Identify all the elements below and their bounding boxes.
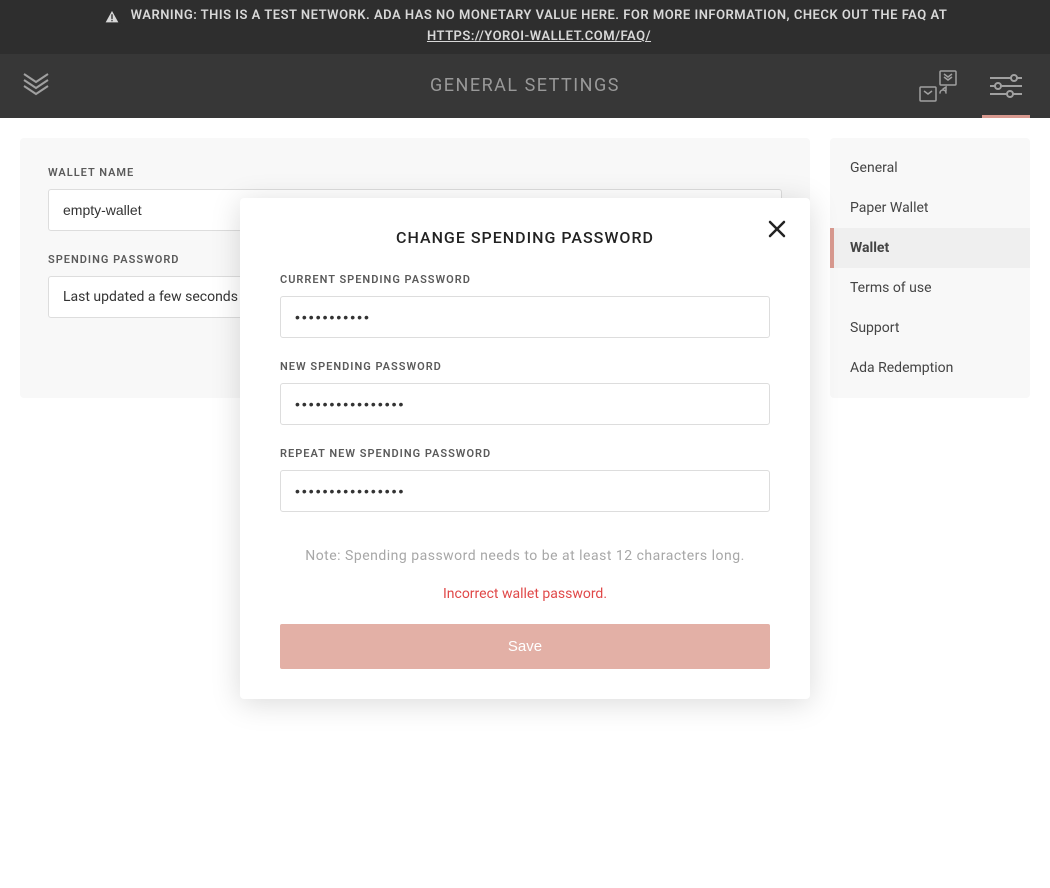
password-note: Note: Spending password needs to be at l… xyxy=(280,548,770,564)
repeat-password-input[interactable] xyxy=(280,470,770,512)
new-password-input[interactable] xyxy=(280,383,770,425)
current-password-label: CURRENT SPENDING PASSWORD xyxy=(280,273,770,286)
close-icon[interactable] xyxy=(768,220,786,242)
save-button[interactable]: Save xyxy=(280,624,770,669)
modal-overlay: CHANGE SPENDING PASSWORD CURRENT SPENDIN… xyxy=(0,0,1050,888)
error-message: Incorrect wallet password. xyxy=(280,586,770,602)
change-password-modal: CHANGE SPENDING PASSWORD CURRENT SPENDIN… xyxy=(240,198,810,699)
repeat-password-label: REPEAT NEW SPENDING PASSWORD xyxy=(280,447,770,460)
new-password-label: NEW SPENDING PASSWORD xyxy=(280,360,770,373)
current-password-input[interactable] xyxy=(280,296,770,338)
modal-title: CHANGE SPENDING PASSWORD xyxy=(270,228,780,247)
